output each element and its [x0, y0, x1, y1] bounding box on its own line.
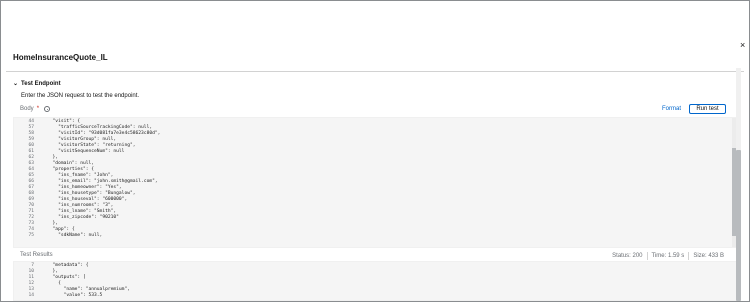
- time-readout: Time: 1.59 s: [651, 253, 685, 259]
- results-code: 7 "metadata": {10 }, 11 "outputs": [12 {1…: [14, 263, 729, 299]
- request-body-editor[interactable]: 44 "visit": {57 "trafficSourceTrackingCo…: [13, 117, 737, 248]
- divider: [6, 71, 744, 72]
- close-icon[interactable]: ×: [740, 40, 745, 50]
- page-scrollbar[interactable]: [736, 68, 741, 301]
- body-field-label: Body *: [20, 106, 51, 112]
- body-label-text: Body: [20, 106, 34, 112]
- code-line: 75 "sdkName": null,: [14, 233, 729, 239]
- format-link[interactable]: Format: [662, 106, 681, 112]
- dialog-title: HomeInsuranceQuote_IL: [13, 53, 108, 62]
- test-results-viewer[interactable]: 7 "metadata": {10 }, 11 "outputs": [12 {1…: [13, 261, 737, 301]
- section-title: Test Endpoint: [21, 81, 61, 87]
- code-line: 14 "value": 533.5: [14, 293, 729, 299]
- request-code: 44 "visit": {57 "trafficSourceTrackingCo…: [14, 119, 729, 239]
- page-scrollbar-thumb[interactable]: [736, 150, 741, 301]
- run-test-button[interactable]: Run test: [689, 104, 726, 114]
- required-mark: *: [36, 106, 40, 112]
- section-toggle-test-endpoint[interactable]: ⌄ Test Endpoint: [13, 79, 61, 89]
- result-stats: Status: 200 Time: 1.59 s Size: 433 B: [608, 252, 728, 260]
- help-icon[interactable]: [44, 106, 51, 112]
- line-number: 14: [28, 293, 34, 298]
- code-text: "sdkName": null,: [47, 233, 103, 238]
- line-number: 75: [28, 233, 34, 238]
- status-readout: Status: 200: [612, 253, 643, 259]
- test-results-label: Test Results: [20, 252, 53, 258]
- code-text: "value": 533.5: [47, 293, 103, 298]
- size-readout: Size: 433 B: [693, 253, 724, 259]
- chevron-down-icon: ⌄: [13, 81, 19, 87]
- section-description: Enter the JSON request to test the endpo…: [21, 93, 140, 99]
